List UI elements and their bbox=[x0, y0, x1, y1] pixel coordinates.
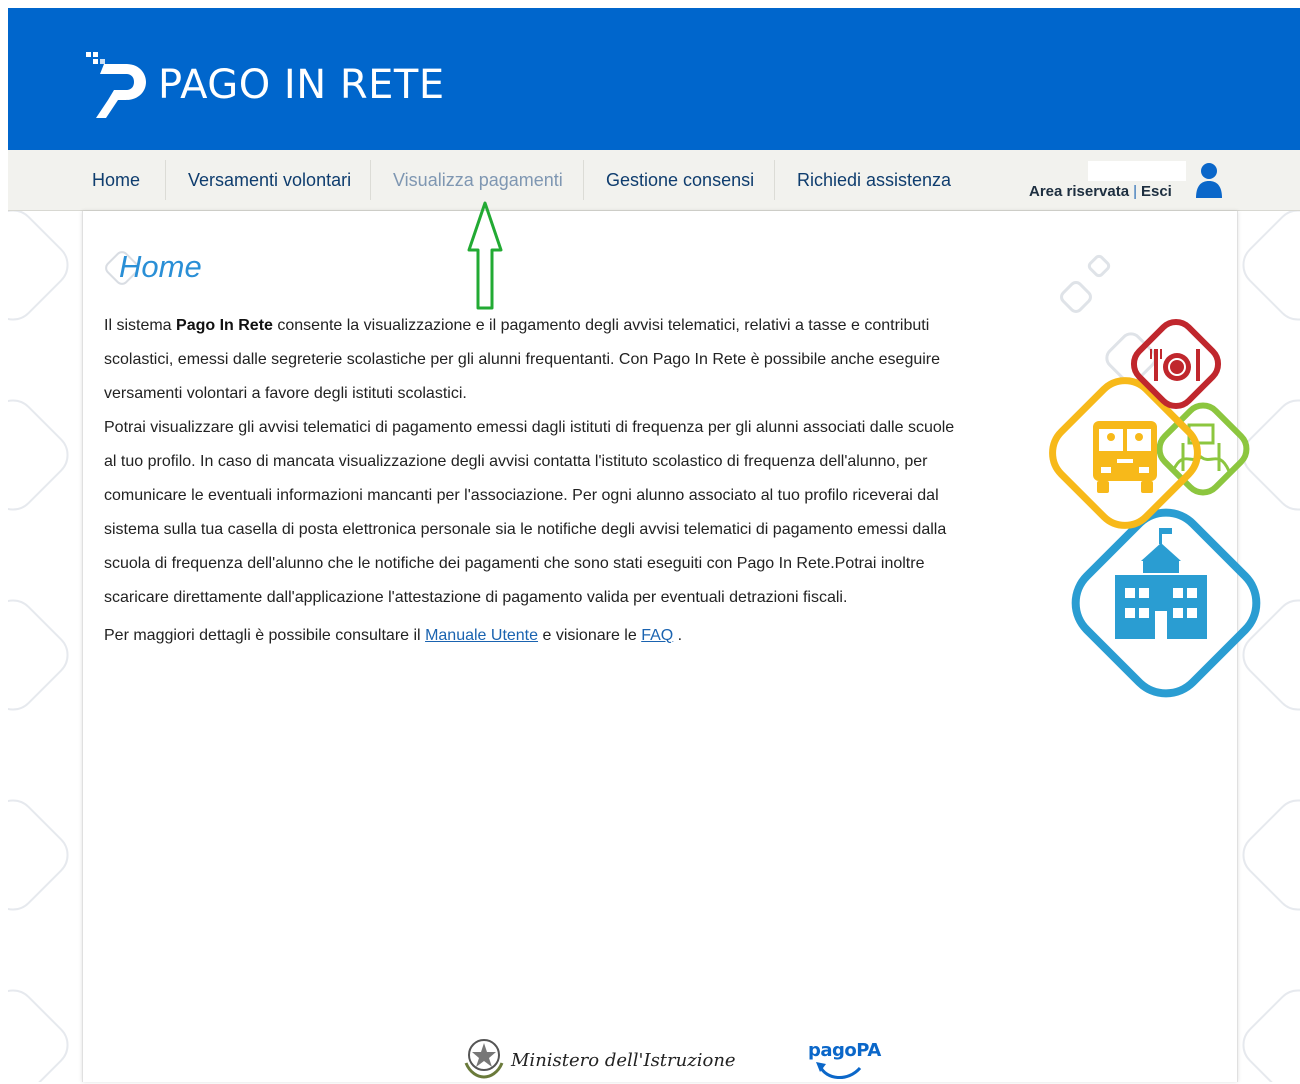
nav-item-gestione-consensi[interactable]: Gestione consensi bbox=[606, 150, 754, 200]
up-arrow-icon bbox=[467, 201, 503, 310]
nav-item-home[interactable]: Home bbox=[92, 150, 140, 200]
nav-divider bbox=[583, 160, 584, 200]
main-content: Home Il sistema Pago In Rete consente la… bbox=[82, 211, 1261, 1082]
intro-text: Il sistema Pago In Rete consente la visu… bbox=[104, 309, 964, 653]
area-riservata-link[interactable]: Area riservata bbox=[1029, 183, 1129, 200]
page-title: Home bbox=[119, 249, 202, 284]
intro-paragraph: Il sistema Pago In Rete consente la visu… bbox=[104, 317, 941, 402]
logout-link[interactable]: Esci bbox=[1141, 183, 1172, 200]
nav-item-versamenti-volontari[interactable]: Versamenti volontari bbox=[188, 150, 351, 200]
user-name-field bbox=[1088, 161, 1186, 181]
nav-divider bbox=[165, 160, 166, 200]
ministry-emblem-icon bbox=[464, 1039, 504, 1079]
user-area: Area riservata | Esci bbox=[1029, 183, 1172, 200]
more-info-paragraph: Per maggiori dettagli è possibile consul… bbox=[104, 627, 683, 644]
ministry-label: Ministero dell'Istruzione bbox=[511, 1050, 736, 1071]
user-icon[interactable] bbox=[1195, 162, 1223, 198]
pago-in-rete-logo-icon[interactable] bbox=[82, 50, 154, 122]
faq-link[interactable]: FAQ bbox=[641, 627, 673, 644]
site-title[interactable]: PAGO IN RETE bbox=[158, 62, 445, 108]
main-nav: Home Versamenti volontari Visualizza pag… bbox=[8, 150, 1300, 211]
details-paragraph: Potrai visualizzare gli avvisi telematic… bbox=[104, 419, 955, 606]
manuale-utente-link[interactable]: Manuale Utente bbox=[425, 627, 538, 644]
nav-divider bbox=[370, 160, 371, 200]
pagopa-swoosh-icon bbox=[816, 1062, 862, 1079]
brand-name: Pago In Rete bbox=[176, 317, 273, 334]
nav-divider bbox=[774, 160, 775, 200]
restaurant-icon bbox=[1150, 349, 1200, 381]
nav-item-visualizza-pagamenti[interactable]: Visualizza pagamenti bbox=[393, 150, 563, 200]
school-services-illustration bbox=[1049, 254, 1261, 698]
nav-item-richiedi-assistenza[interactable]: Richiedi assistenza bbox=[797, 150, 951, 200]
park-icon bbox=[1171, 423, 1231, 472]
area-separator: | bbox=[1133, 183, 1137, 200]
site-header: PAGO IN RETE bbox=[8, 8, 1300, 150]
